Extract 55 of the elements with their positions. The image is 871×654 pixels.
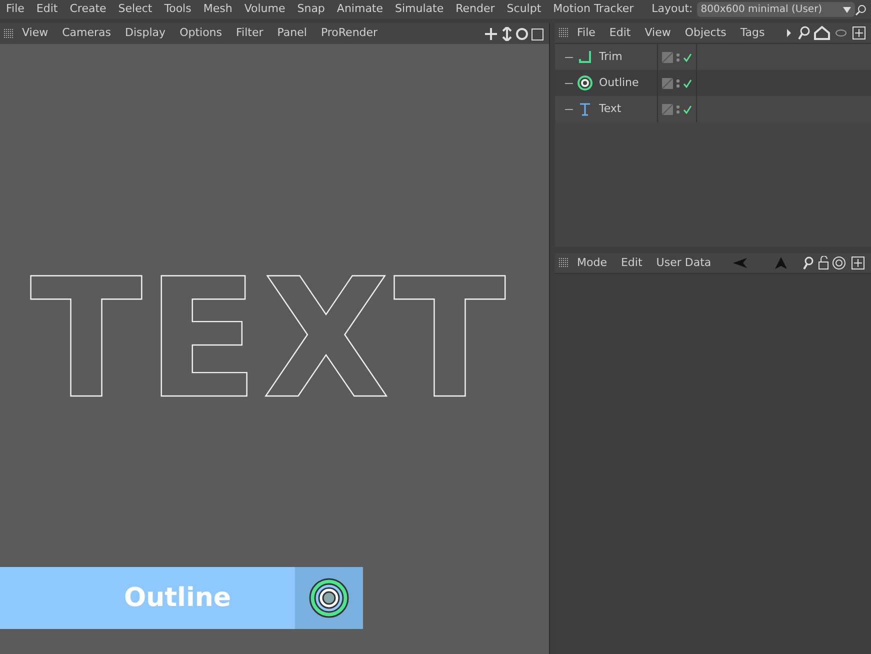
toolbar-icons[interactable] bbox=[731, 256, 867, 270]
object-row[interactable]: Outline bbox=[555, 70, 871, 96]
menu-item[interactable]: File bbox=[0, 1, 30, 18]
menu-item[interactable]: Motion Tracker bbox=[547, 1, 640, 18]
enabled-check-icon[interactable] bbox=[683, 78, 692, 88]
ring-icon bbox=[308, 577, 350, 619]
menu-item[interactable]: Animate bbox=[330, 1, 390, 18]
menu-item[interactable]: Filter bbox=[230, 25, 270, 42]
menu-item[interactable]: Edit bbox=[30, 1, 64, 18]
menu-item[interactable]: ProRender bbox=[314, 25, 384, 42]
tree-line bbox=[565, 108, 573, 110]
menu-item[interactable]: View bbox=[16, 25, 54, 42]
visibility-dots-icon[interactable] bbox=[676, 104, 680, 114]
menu-item[interactable]: Options bbox=[174, 25, 228, 42]
menu-item[interactable]: Sculpt bbox=[500, 1, 548, 18]
navigation-icons[interactable] bbox=[485, 26, 545, 40]
menu-item[interactable]: Cameras bbox=[56, 25, 118, 42]
menu-item[interactable]: View bbox=[638, 24, 677, 42]
caret-icon bbox=[843, 6, 852, 12]
search-icon[interactable] bbox=[855, 4, 867, 16]
menu-item[interactable]: Edit bbox=[614, 254, 648, 272]
menu-item[interactable]: Select bbox=[112, 1, 158, 18]
text-outline-render: TEXT bbox=[20, 266, 520, 406]
menu-item[interactable]: Snap bbox=[291, 1, 331, 18]
tree-line bbox=[565, 82, 573, 84]
menu-item[interactable]: File bbox=[571, 24, 602, 42]
menu-item[interactable]: Mesh bbox=[197, 1, 238, 18]
spline-icon bbox=[577, 49, 593, 65]
tree-line bbox=[565, 56, 573, 58]
menu-item[interactable]: Create bbox=[64, 1, 112, 18]
caption-label: Outline bbox=[122, 582, 232, 614]
menu-item[interactable]: Tools bbox=[158, 1, 198, 18]
menu-item[interactable]: Render bbox=[450, 1, 501, 18]
layer-icon[interactable] bbox=[662, 78, 673, 88]
object-name: Outline bbox=[599, 74, 640, 91]
enabled-check-icon[interactable] bbox=[683, 52, 692, 62]
visibility-dots-icon[interactable] bbox=[676, 52, 680, 62]
layout-dropdown[interactable]: 800x600 minimal (User) bbox=[696, 2, 856, 17]
layout-label: Layout: bbox=[652, 1, 693, 18]
ring-icon bbox=[577, 75, 593, 91]
menu-item[interactable]: Simulate bbox=[389, 1, 450, 18]
menu-item[interactable]: Tags bbox=[734, 24, 771, 42]
visibility-dots-icon[interactable] bbox=[676, 78, 680, 88]
text-icon bbox=[577, 101, 593, 117]
enabled-check-icon[interactable] bbox=[683, 104, 692, 114]
menu-item[interactable]: Objects bbox=[678, 24, 732, 42]
menu-item[interactable]: Panel bbox=[271, 25, 313, 42]
menu-item[interactable]: Display bbox=[119, 25, 172, 42]
toolbar-icons[interactable] bbox=[785, 26, 867, 40]
object-name: Trim bbox=[599, 48, 624, 65]
menu-item[interactable]: Volume bbox=[238, 1, 292, 18]
object-name: Text bbox=[599, 100, 622, 117]
menu-item[interactable]: User Data bbox=[650, 254, 718, 272]
menu-item[interactable]: Mode bbox=[571, 254, 613, 272]
menu-item[interactable]: Edit bbox=[603, 24, 637, 42]
